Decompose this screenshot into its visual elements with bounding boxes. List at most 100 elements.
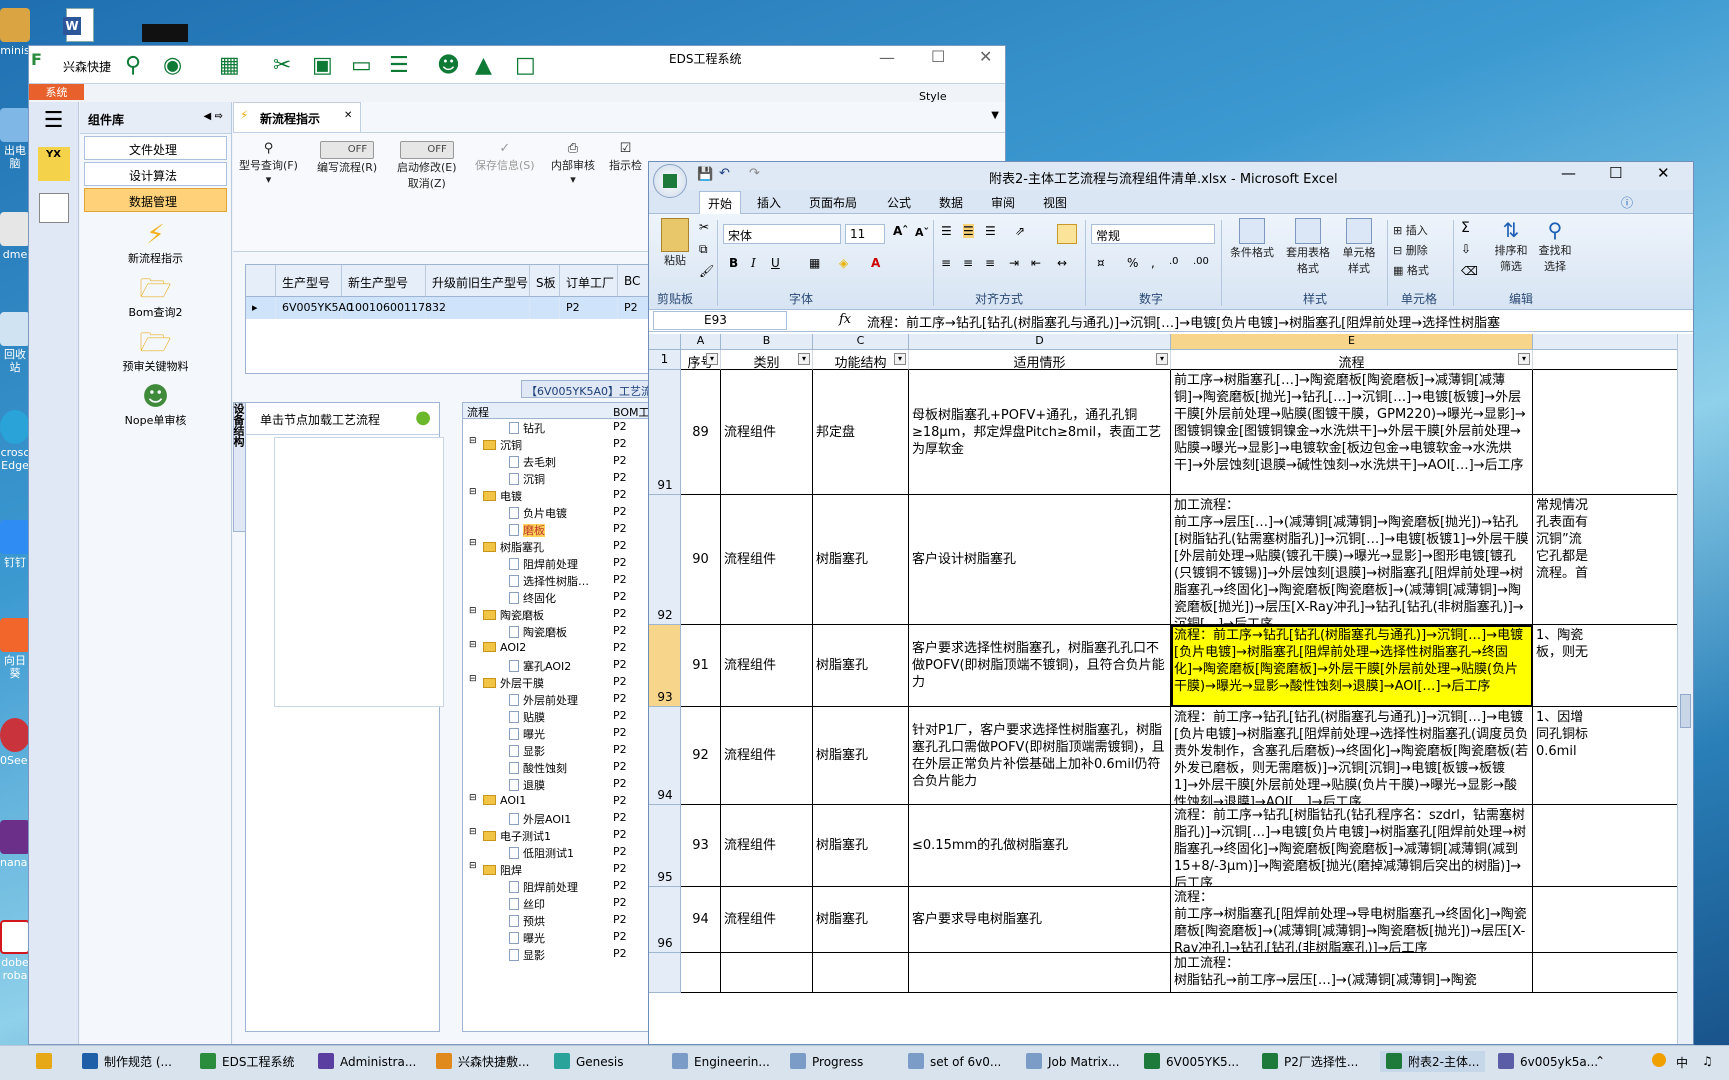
paste-button[interactable]: 粘贴 [655, 218, 695, 268]
underline-icon[interactable]: U [771, 256, 780, 270]
taskbar-item[interactable]: 兴森快捷敷... [436, 1053, 529, 1070]
tab-insert[interactable]: 插入 [757, 194, 781, 211]
table-cell[interactable]: 客户要求选择性树脂塞孔，树脂塞孔孔口不做POFV(即树脂顶端不镀铜)，且符合负片… [909, 625, 1171, 707]
vertical-scrollbar[interactable] [1677, 334, 1693, 1044]
grow-font-icon[interactable]: Aˆ [893, 224, 908, 238]
flow-cell[interactable]: 流程：前工序→钻孔[钻孔(树脂塞孔与通孔)]→沉铜[…]→电镀[负片电镀]→树脂… [1171, 625, 1533, 707]
table-cell[interactable]: 流程组件 [721, 707, 813, 805]
tree-node[interactable]: 丝印 P2 [463, 895, 661, 912]
input-language[interactable]: 中 [1676, 1054, 1688, 1071]
filter-dropdown-icon[interactable]: ▾ [706, 353, 718, 365]
column-header[interactable] [1533, 334, 1679, 350]
process-hint-bar[interactable]: 单击节点加载工艺流程 ● [246, 403, 439, 435]
dingtalk-icon[interactable]: 钉钉 [0, 520, 30, 569]
outdent-icon[interactable]: ⇤ [1031, 256, 1041, 270]
table-cell[interactable]: 邦定盘 [813, 370, 909, 495]
column-header[interactable]: D [909, 334, 1171, 350]
taskbar-item[interactable]: EDS工程系统 [200, 1053, 294, 1070]
header-cell[interactable]: 流程 ▾ [1171, 350, 1533, 371]
orientation-icon[interactable]: ⇗ [1015, 224, 1025, 238]
header-cell[interactable]: 类别 ▾ [721, 350, 813, 371]
filter-dropdown-icon[interactable]: ▾ [894, 353, 906, 365]
table-cell[interactable]: 针对P1厂，客户要求选择性树脂塞孔，树脂塞孔孔口需做POFV(即树脂顶端需镀铜)… [909, 707, 1171, 805]
expand-icon[interactable]: ⊟ [469, 674, 477, 684]
bold-icon[interactable]: B [729, 256, 738, 270]
tree-node[interactable]: 退膜 P2 [463, 776, 661, 793]
expand-icon[interactable]: ⊟ [469, 861, 477, 871]
taskbar-item[interactable]: 6v005yk5a... [1498, 1053, 1598, 1069]
row-header[interactable] [649, 953, 681, 993]
tree-node[interactable]: 陶瓷磨板 P2 [463, 623, 661, 640]
table-cell[interactable]: 流程组件 [721, 625, 813, 707]
bom-query2[interactable]: 🗁 Bom查询2 [80, 274, 231, 320]
table-cell[interactable]: 树脂塞孔 [813, 805, 909, 887]
window-icon[interactable]: □ [515, 53, 536, 78]
tree-node[interactable]: 预烘 P2 [463, 912, 661, 929]
tree-node[interactable]: 显影 P2 [463, 742, 661, 759]
align-top-icon[interactable]: ☰ [941, 224, 952, 238]
table-cell[interactable]: 92 [681, 707, 721, 805]
table-cell[interactable]: 94 [681, 887, 721, 953]
autosum-icon[interactable]: Σ [1461, 220, 1470, 236]
expand-icon[interactable]: ⊟ [469, 487, 477, 497]
table-cell[interactable]: 91 [681, 625, 721, 707]
tree-node[interactable]: 选择性树脂… P2 [463, 572, 661, 589]
flow-cell[interactable]: 加工流程： 树脂钻孔→前工序→层压[…]→(减薄铜[减薄铜]→陶瓷 [1171, 953, 1533, 993]
scroll-thumb[interactable] [1680, 694, 1691, 728]
taskbar-item[interactable]: 6V005YK5... [1144, 1053, 1239, 1069]
tab-system[interactable]: 系统 [29, 84, 84, 100]
tree-node[interactable]: 磨板 P2 [463, 521, 661, 538]
doc-tab-new-flow[interactable]: ⚡ 新流程指示 ✕ [233, 102, 361, 132]
tab-formulas[interactable]: 公式 [887, 194, 911, 211]
acrobat-icon[interactable]: dobe roba [0, 920, 30, 982]
row-header[interactable]: 94 [649, 707, 681, 805]
align-right-icon[interactable]: ≡ [985, 256, 995, 270]
tree-node[interactable]: ⊟ 阻焊 P2 [463, 861, 661, 878]
taskbar-item[interactable]: Engineerin... [672, 1053, 770, 1069]
tree-node[interactable]: ⊟ AOI2 P2 [463, 640, 661, 657]
insert-cells-button[interactable]: ⊞ 插入 [1393, 222, 1428, 238]
close-button[interactable]: ✕ [1657, 164, 1670, 182]
minimize-button[interactable]: — [879, 48, 895, 67]
nav-design-algorithm[interactable]: 设计算法 [84, 162, 227, 186]
table-cell[interactable]: 90 [681, 495, 721, 625]
table-cell[interactable]: ≤0.15mm的孔做树脂塞孔 [909, 805, 1171, 887]
table-cell[interactable]: 常规情况 孔表面有 沉铜”流 它孔都是 流程。首 [1533, 495, 1679, 625]
row-header[interactable]: 93 [649, 625, 681, 707]
border-icon[interactable]: ▦ [809, 256, 820, 270]
office-button[interactable] [653, 164, 687, 198]
process-tab[interactable]: 【6V005YK5A0】工艺流程 [521, 380, 665, 414]
flow-cell[interactable]: 流程：前工序→钻孔[树脂钻孔(钻孔程序名：szdrl，钻需塞树脂孔)]→沉铜[…… [1171, 805, 1533, 887]
align-middle-icon[interactable]: ☰ [963, 224, 974, 238]
table-cell[interactable]: 树脂塞孔 [813, 495, 909, 625]
taskbar-item[interactable]: Administra... [318, 1053, 416, 1069]
cell-styles-button[interactable]: 单元格样式 [1339, 218, 1379, 276]
process-canvas[interactable] [274, 437, 444, 707]
tree-node[interactable]: 终固化 P2 [463, 589, 661, 606]
header-cell[interactable]: 序号 ▾ [681, 350, 721, 371]
tree-node[interactable]: 外层AOI1 P2 [463, 810, 661, 827]
table-icon[interactable]: ▦ [219, 53, 240, 78]
tree-node[interactable]: 钻孔 P2 [463, 419, 661, 436]
recycle-bin-icon[interactable]: 回收站 [0, 312, 30, 374]
table-cell[interactable]: 1、因增 同孔铜标 0.6mil [1533, 707, 1679, 805]
expand-icon[interactable]: ⊟ [469, 538, 477, 548]
table-cell[interactable]: 母板树脂塞孔+POFV+通孔，通孔孔铜≥18μm，邦定焊盘Pitch≥8mil，… [909, 370, 1171, 495]
column-header[interactable]: B [721, 334, 813, 350]
maximize-button[interactable]: ☐ [1609, 164, 1622, 182]
format-as-table-button[interactable]: 套用表格格式 [1283, 218, 1333, 276]
table-cell[interactable]: 流程组件 [721, 805, 813, 887]
font-color-icon[interactable]: A [871, 256, 880, 270]
table-cell[interactable] [1533, 887, 1679, 953]
increase-decimal-icon[interactable]: .0 [1169, 256, 1179, 267]
pre-review-materials[interactable]: 🗁 预审关键物料 [80, 328, 231, 374]
row-header[interactable]: 1 [649, 350, 681, 370]
grid-cell[interactable] [426, 297, 530, 319]
tree-node[interactable]: 阻焊前处理 P2 [463, 555, 661, 572]
tree-node[interactable]: ⊟ AOI1 P2 [463, 793, 661, 810]
table-cell[interactable] [1533, 805, 1679, 887]
fill-icon[interactable]: ⇩ [1461, 242, 1471, 256]
undo-icon[interactable]: ↶ [719, 166, 730, 181]
user-icon[interactable]: ☻ [437, 53, 460, 78]
taskbar-item[interactable] [36, 1053, 58, 1069]
